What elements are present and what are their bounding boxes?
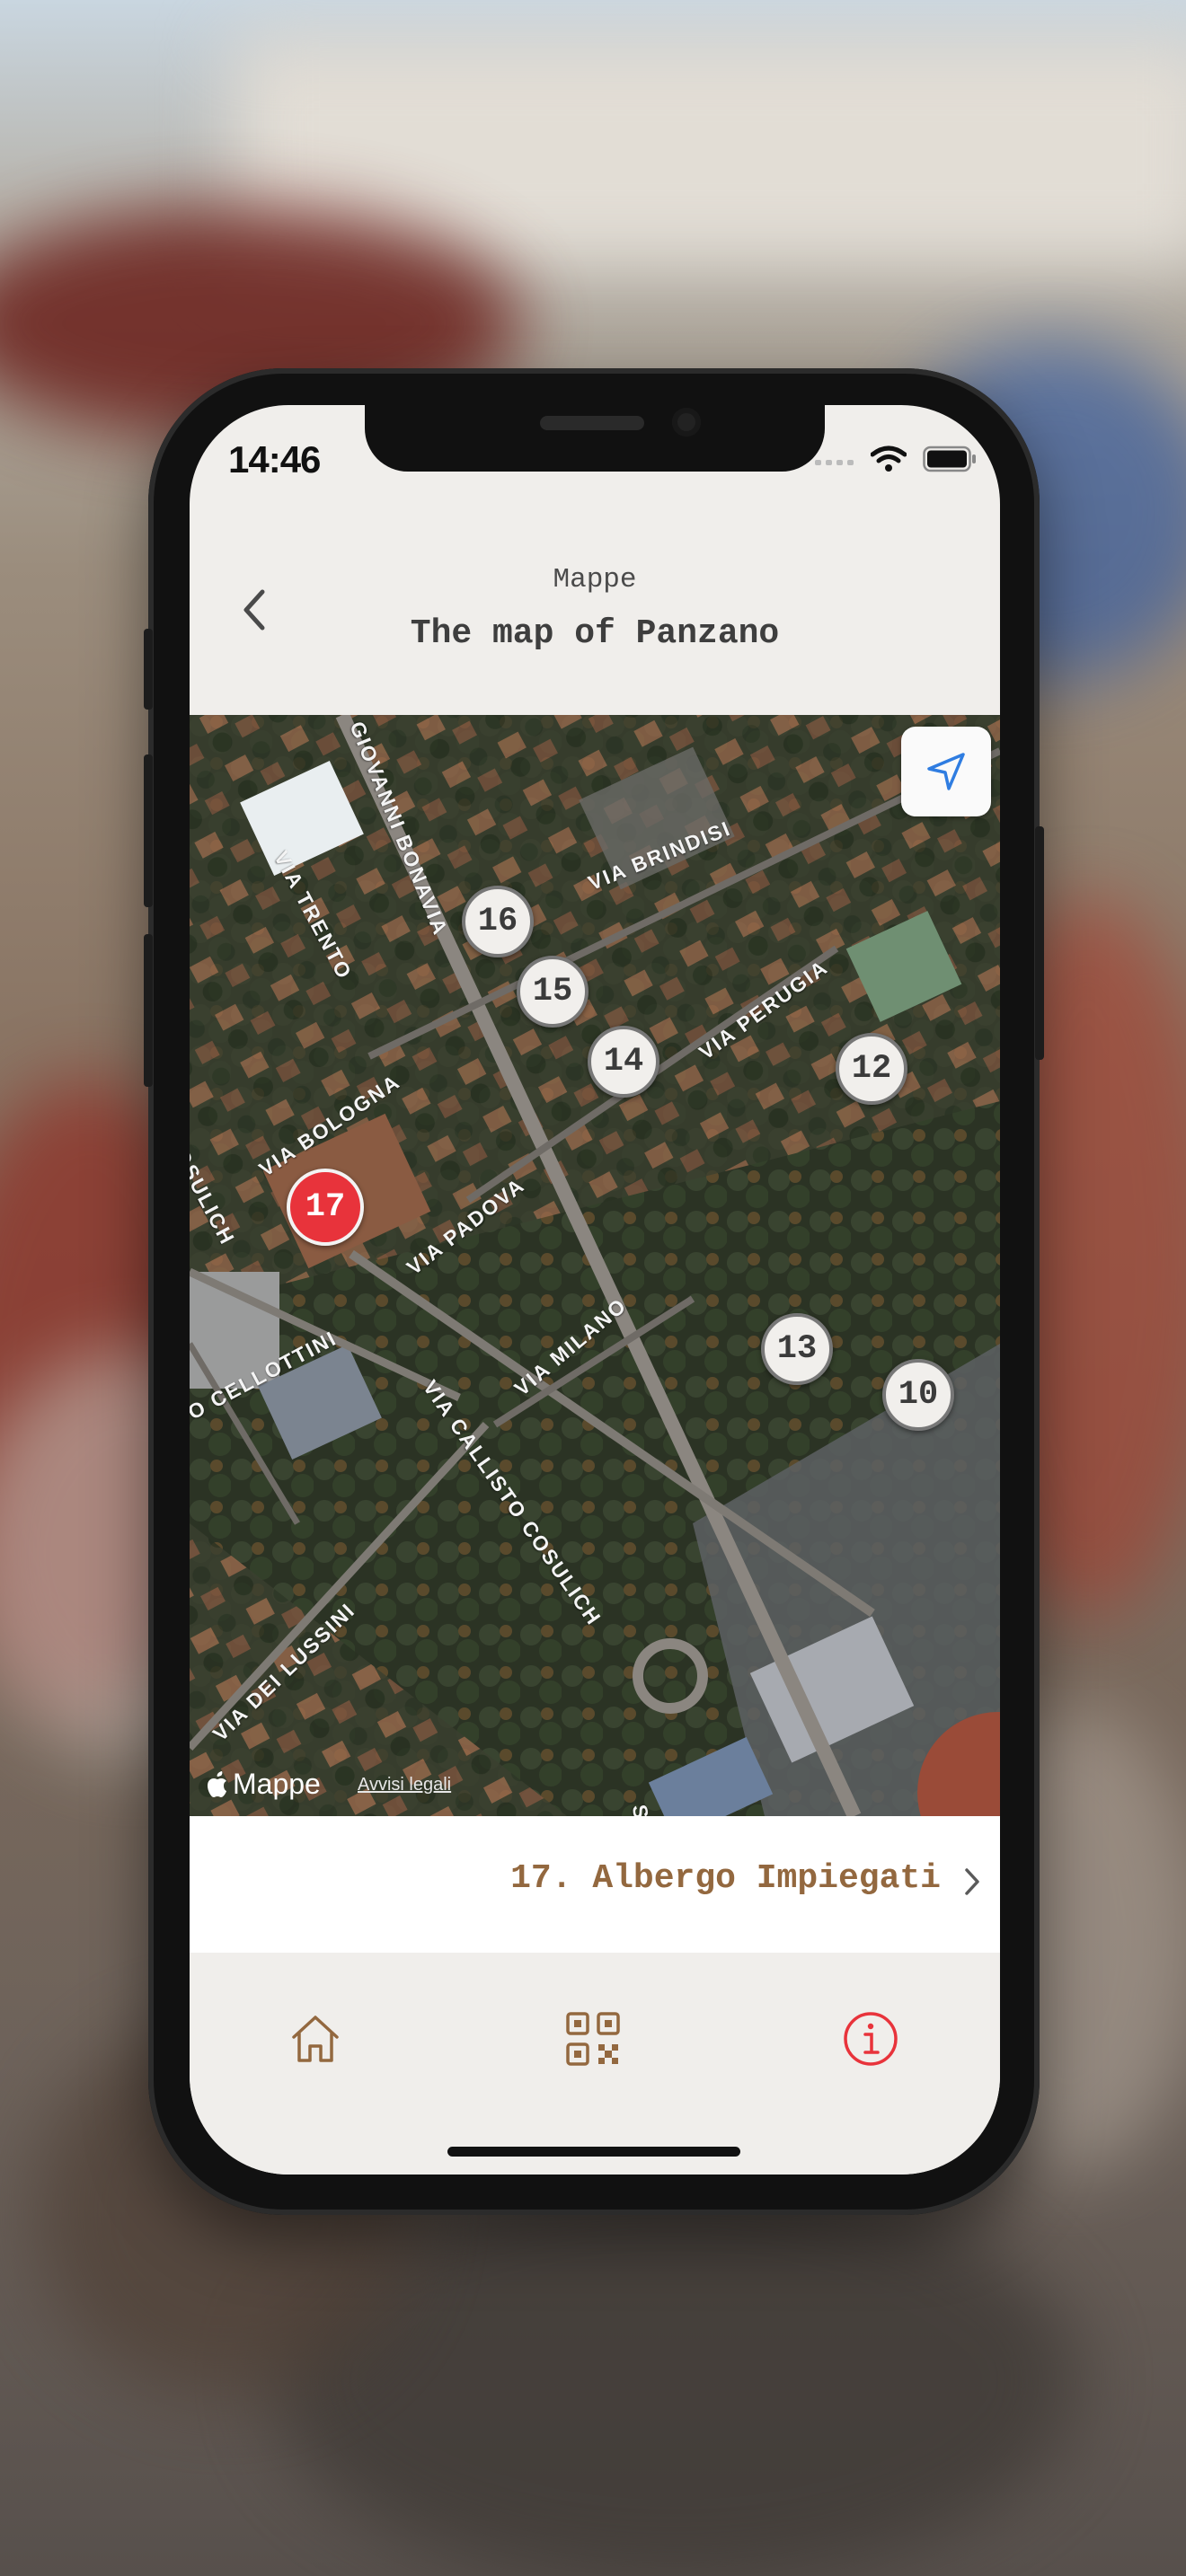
- tab-home[interactable]: [279, 2003, 351, 2075]
- map-pin-15[interactable]: 15: [517, 956, 589, 1028]
- map-pin-10[interactable]: 10: [882, 1359, 954, 1431]
- mute-switch: [144, 629, 153, 710]
- volume-up-button: [144, 754, 153, 907]
- tab-bar: [190, 1953, 1000, 2175]
- locate-me-button[interactable]: [901, 727, 991, 816]
- wifi-icon: [871, 446, 907, 472]
- apple-logo-icon: [208, 1770, 226, 1797]
- map-pin-16[interactable]: 16: [462, 886, 534, 957]
- speaker-grille: [540, 416, 644, 430]
- cellular-signal-icon: [815, 460, 854, 465]
- tab-qr-scanner[interactable]: [557, 2003, 629, 2075]
- info-icon: [844, 2012, 898, 2066]
- selected-place-label: 17. Albergo Impiegati: [510, 1859, 941, 1898]
- app-screen: Mappe The map of Panzano 14:46 GIOVANNI …: [190, 405, 1000, 2175]
- map-pin-14[interactable]: 14: [588, 1026, 659, 1098]
- status-time: 14:46: [228, 438, 321, 481]
- front-camera: [672, 408, 701, 437]
- device-notch: [365, 405, 825, 472]
- map-pin-13[interactable]: 13: [761, 1313, 833, 1385]
- map-pin-12[interactable]: 12: [836, 1033, 907, 1105]
- map-pin-17-selected[interactable]: 17: [287, 1169, 364, 1246]
- home-icon: [292, 2016, 339, 2062]
- section-eyebrow: Mappe: [553, 564, 637, 595]
- chevron-right-icon: [965, 1868, 979, 1895]
- maps-attribution: Mappe: [206, 1768, 321, 1801]
- status-icons: [815, 446, 977, 472]
- satellite-map[interactable]: GIOVANNI BONAVIA VIA TRENTO VIA BRINDISI…: [190, 715, 1000, 1816]
- battery-icon: [923, 446, 976, 472]
- home-indicator: [447, 2147, 740, 2157]
- volume-down-button: [144, 934, 153, 1087]
- legal-notices-link[interactable]: Avvisi legali: [358, 1775, 451, 1795]
- power-button: [1035, 826, 1044, 1060]
- tab-info[interactable]: [835, 2003, 907, 2075]
- page-title: The map of Panzano: [410, 614, 780, 653]
- location-arrow-icon: [927, 753, 965, 790]
- maps-attribution-text: Mappe: [233, 1768, 321, 1800]
- qr-code-icon: [566, 2012, 620, 2066]
- selected-place-row[interactable]: 17. Albergo Impiegati: [190, 1816, 1000, 1953]
